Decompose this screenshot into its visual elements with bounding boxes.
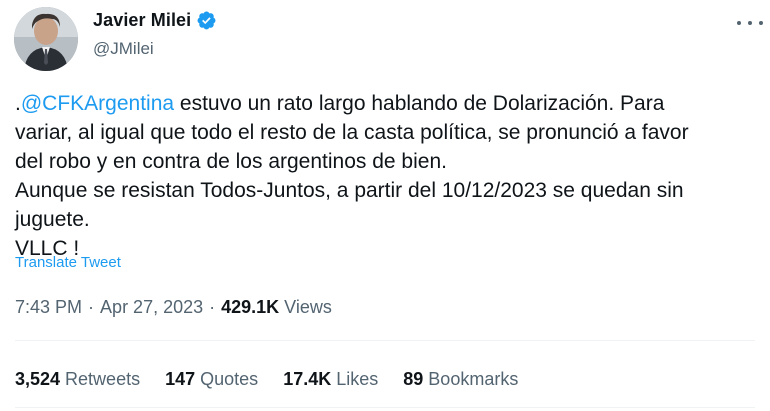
avatar[interactable]: [14, 7, 78, 71]
tweet-time[interactable]: 7:43 PM: [15, 297, 82, 318]
author-display-name[interactable]: Javier Milei: [93, 10, 191, 31]
author-name-row[interactable]: Javier Milei: [93, 10, 217, 31]
translate-tweet-link[interactable]: Translate Tweet: [15, 254, 121, 271]
more-dot: [748, 21, 752, 25]
tweet-text: .@CFKArgentina estuvo un rato largo habl…: [15, 89, 755, 263]
divider: [15, 407, 755, 408]
quotes-label: Quotes: [200, 369, 259, 389]
retweets-stat[interactable]: 3,524 Retweets: [15, 369, 140, 390]
views-label: Views: [284, 297, 332, 317]
engagement-stats: 3,524 Retweets 147 Quotes 17.4K Likes 89 Boo…: [15, 369, 543, 390]
divider: [15, 340, 755, 341]
quotes-stat[interactable]: 147 Quotes: [165, 369, 258, 390]
more-dot: [759, 21, 763, 25]
mention-link[interactable]: @CFKArgentina: [21, 92, 174, 115]
likes-label: Likes: [336, 369, 379, 389]
meta-separator: ·: [88, 297, 95, 317]
more-dot: [737, 21, 741, 25]
quotes-count: 147: [165, 369, 196, 389]
likes-count: 17.4K: [283, 369, 332, 389]
bookmarks-label: Bookmarks: [428, 369, 519, 389]
author-handle[interactable]: @JMilei: [93, 39, 154, 59]
tweet-body: estuvo un rato largo hablando de Dolariz…: [15, 92, 689, 260]
retweets-label: Retweets: [65, 369, 141, 389]
bookmarks-stat[interactable]: 89 Bookmarks: [403, 369, 518, 390]
retweets-count: 3,524: [15, 369, 61, 389]
likes-stat[interactable]: 17.4K Likes: [283, 369, 378, 390]
views-count: 429.1K: [221, 297, 280, 317]
verified-badge-icon: [196, 10, 217, 31]
tweet-card: Javier Milei @JMilei .@CFKArgentina estu…: [0, 0, 770, 411]
tweet-date[interactable]: Apr 27, 2023: [100, 297, 203, 318]
tweet-meta: 7:43 PM · Apr 27, 2023 · 429.1K Views: [15, 297, 332, 318]
more-options-icon[interactable]: [737, 16, 763, 30]
meta-separator: ·: [209, 297, 216, 317]
bookmarks-count: 89: [403, 369, 424, 389]
